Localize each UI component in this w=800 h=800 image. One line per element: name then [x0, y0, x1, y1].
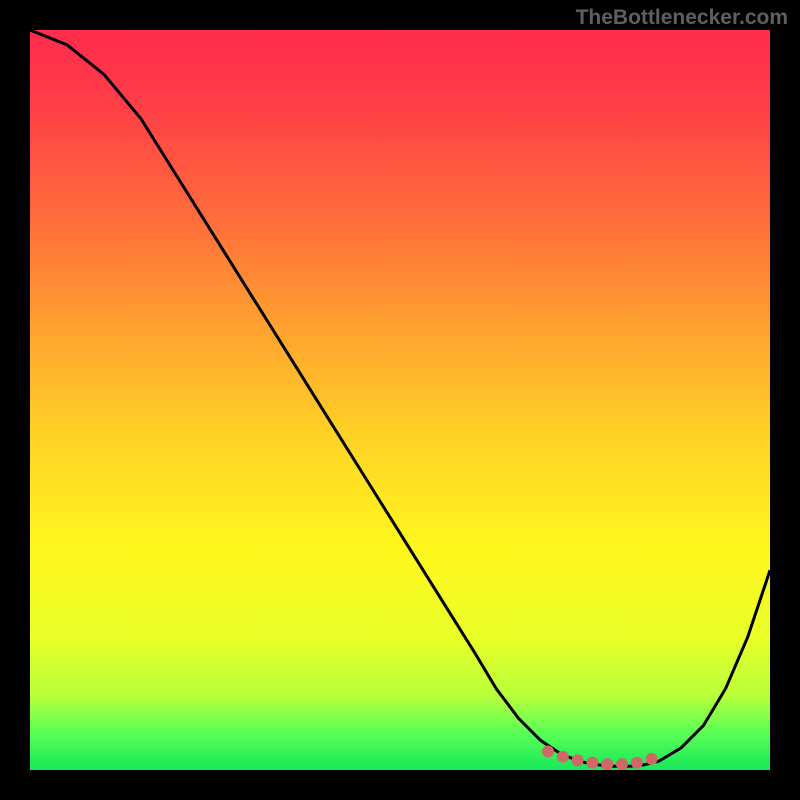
watermark-text: TheBottlenecker.com: [576, 6, 788, 30]
bottleneck-chart: [30, 30, 770, 770]
chart-background: [30, 30, 770, 770]
